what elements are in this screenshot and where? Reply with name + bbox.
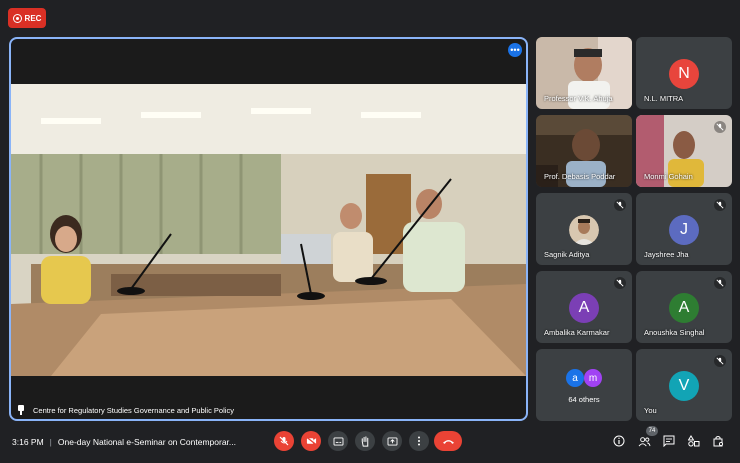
participant-tile[interactable]: Sagnik Aditya [536, 193, 632, 265]
others-avatar: a [566, 369, 584, 387]
mic-off-icon [616, 201, 624, 209]
mic-off-indicator [714, 121, 726, 133]
host-controls-button[interactable] [711, 434, 725, 448]
raise-hand-icon [361, 435, 369, 447]
participant-tile[interactable]: Monmi Gohain [636, 115, 732, 187]
activities-button[interactable] [687, 434, 701, 448]
chat-icon [663, 435, 675, 447]
others-count: 64 others [568, 395, 600, 404]
main-tile-footer: Centre for Regulatory Studies Governance… [17, 405, 234, 415]
participant-avatar: V [669, 371, 699, 401]
main-tile-caption: Centre for Regulatory Studies Governance… [33, 405, 234, 415]
current-time: 3:16 PM [12, 437, 44, 447]
info-icon [613, 435, 625, 447]
bottom-bar: 3:16 PM | One-day National e-Seminar on … [0, 426, 740, 458]
host-controls-icon [713, 436, 724, 447]
mic-off-indicator [614, 277, 626, 289]
more-horiz-icon: ••• [510, 45, 520, 55]
participant-tile[interactable]: N N.L. MITRA [636, 37, 732, 109]
present-icon [387, 436, 397, 446]
activities-icon [688, 435, 700, 447]
recording-label: REC [24, 13, 42, 23]
participant-name: Ambalika Karmakar [544, 328, 610, 337]
camera-off-icon [306, 436, 316, 446]
others-tile[interactable]: a m 64 others [536, 349, 632, 421]
participant-photo [569, 215, 599, 245]
participant-tile[interactable]: J Jayshree Jha [636, 193, 732, 265]
leave-call-button[interactable] [434, 431, 462, 451]
hang-up-icon [442, 439, 454, 444]
participant-name: Prof. Debasis Poddar [544, 172, 616, 181]
participant-avatar: A [569, 293, 599, 323]
others-avatar: m [584, 369, 602, 387]
recording-badge: REC [8, 8, 46, 28]
mic-off-icon [716, 279, 724, 287]
self-tile[interactable]: V You [636, 349, 732, 421]
mic-off-indicator [714, 355, 726, 367]
meeting-title: One-day National e-Seminar on Contempora… [57, 437, 236, 447]
mic-off-indicator [714, 199, 726, 211]
participant-tile[interactable]: A Ambalika Karmakar [536, 271, 632, 343]
mic-off-icon [716, 201, 724, 209]
mic-off-icon [716, 357, 724, 365]
record-icon [12, 13, 22, 23]
participant-avatar: N [669, 59, 699, 89]
present-button[interactable] [382, 431, 402, 451]
people-icon [638, 436, 650, 446]
more-vert-icon [418, 436, 420, 446]
main-video-feed [11, 84, 526, 376]
captions-button[interactable] [328, 431, 348, 451]
participant-tile[interactable]: Prof. Debasis Poddar [536, 115, 632, 187]
participant-name: Jayshree Jha [644, 250, 689, 259]
participant-name: You [644, 406, 657, 415]
captions-icon [333, 436, 343, 446]
participant-avatar: J [669, 215, 699, 245]
mic-off-indicator [614, 199, 626, 211]
mic-off-indicator [714, 277, 726, 289]
participant-name: Anoushka Singhal [644, 328, 705, 337]
participant-name: Sagnik Aditya [544, 250, 590, 259]
participant-tile[interactable]: Professor V.K. Ahuja [536, 37, 632, 109]
more-options-button[interactable] [409, 431, 429, 451]
meeting-info-button[interactable] [612, 434, 626, 448]
participant-name: N.L. MITRA [644, 94, 684, 103]
raise-hand-button[interactable] [355, 431, 375, 451]
pin-icon[interactable] [17, 405, 25, 415]
mic-off-icon [716, 123, 724, 131]
separator: | [49, 437, 52, 447]
participant-name: Professor V.K. Ahuja [544, 94, 613, 103]
participant-avatar: A [669, 293, 699, 323]
main-video-tile[interactable]: ••• Centre for Regulatory Studies Govern… [9, 37, 528, 421]
mic-off-icon [616, 279, 624, 287]
people-button[interactable] [637, 434, 651, 448]
participant-name: Monmi Gohain [644, 172, 693, 181]
camera-toggle-button[interactable] [301, 431, 321, 451]
chat-button[interactable] [662, 434, 676, 448]
mic-toggle-button[interactable] [274, 431, 294, 451]
participant-tile[interactable]: A Anoushka Singhal [636, 271, 732, 343]
tile-options-button[interactable]: ••• [508, 43, 522, 57]
meeting-details: 3:16 PM | One-day National e-Seminar on … [12, 437, 236, 447]
mic-off-icon [279, 436, 289, 446]
